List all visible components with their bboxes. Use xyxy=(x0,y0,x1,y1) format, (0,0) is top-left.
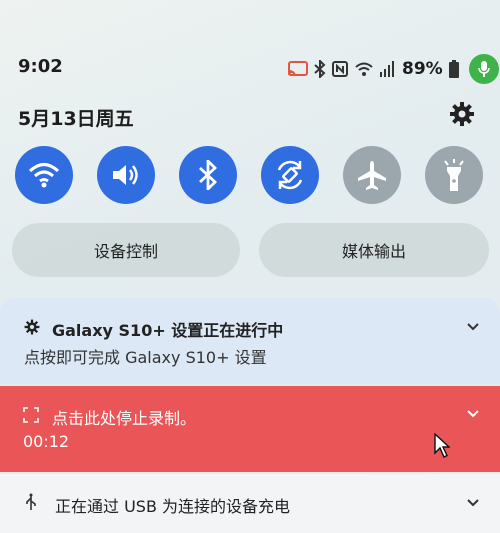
auto-rotate-tile[interactable] xyxy=(261,146,319,204)
device-control-button[interactable]: 设备控制 xyxy=(12,223,240,277)
battery-percent: 89% xyxy=(402,59,443,79)
stop-recording-text: 点击此处停止录制。 xyxy=(52,409,197,428)
wifi-signal-icon xyxy=(354,61,374,77)
usb-charging-text: 正在通过 USB 为连接的设备充电 xyxy=(55,497,291,516)
cast-icon xyxy=(288,61,308,77)
mouse-cursor-icon xyxy=(434,433,450,458)
airplane-mode-tile[interactable] xyxy=(343,146,401,204)
setup-notification-title: Galaxy S10+ 设置正在进行中 xyxy=(52,321,284,340)
date-label: 5月13日周五 xyxy=(18,108,134,130)
auto-rotate-icon xyxy=(277,160,303,190)
battery-icon xyxy=(448,60,459,78)
flashlight-icon xyxy=(444,159,464,191)
nfc-icon xyxy=(332,61,348,77)
setup-notification-subtitle: 点按即可完成 Galaxy S10+ 设置 xyxy=(24,348,267,367)
bluetooth-icon xyxy=(314,60,326,78)
cell-signal-icon xyxy=(380,61,394,77)
speaker-icon xyxy=(113,165,138,185)
status-bar: 9:02 89% xyxy=(0,50,500,84)
sound-tile[interactable] xyxy=(97,146,155,204)
airplane-icon xyxy=(358,161,386,190)
bluetooth-tile[interactable] xyxy=(179,146,237,204)
mic-active-icon xyxy=(468,54,499,84)
chevron-down-icon[interactable] xyxy=(466,407,480,421)
wifi-icon xyxy=(28,163,60,188)
status-icons: 89% xyxy=(288,54,499,84)
settings-gear-icon xyxy=(24,319,40,335)
screen-recording-notification[interactable]: 点击此处停止录制。 00:12 xyxy=(0,386,500,472)
chevron-down-icon[interactable] xyxy=(466,496,480,510)
media-output-button[interactable]: 媒体输出 xyxy=(259,223,489,277)
flashlight-tile[interactable] xyxy=(425,146,483,204)
setup-notification[interactable]: Galaxy S10+ 设置正在进行中 点按即可完成 Galaxy S10+ 设… xyxy=(0,298,500,384)
usb-charging-notification[interactable]: 正在通过 USB 为连接的设备充电 xyxy=(0,474,500,533)
bluetooth-icon xyxy=(199,160,218,190)
usb-icon xyxy=(26,493,36,510)
settings-gear-icon[interactable] xyxy=(448,100,476,128)
recording-timer: 00:12 xyxy=(23,432,70,451)
quick-settings-tiles xyxy=(14,146,490,206)
screen-record-icon xyxy=(23,407,39,423)
chevron-down-icon[interactable] xyxy=(466,320,480,334)
clock: 9:02 xyxy=(18,56,63,77)
wifi-tile[interactable] xyxy=(15,146,73,204)
